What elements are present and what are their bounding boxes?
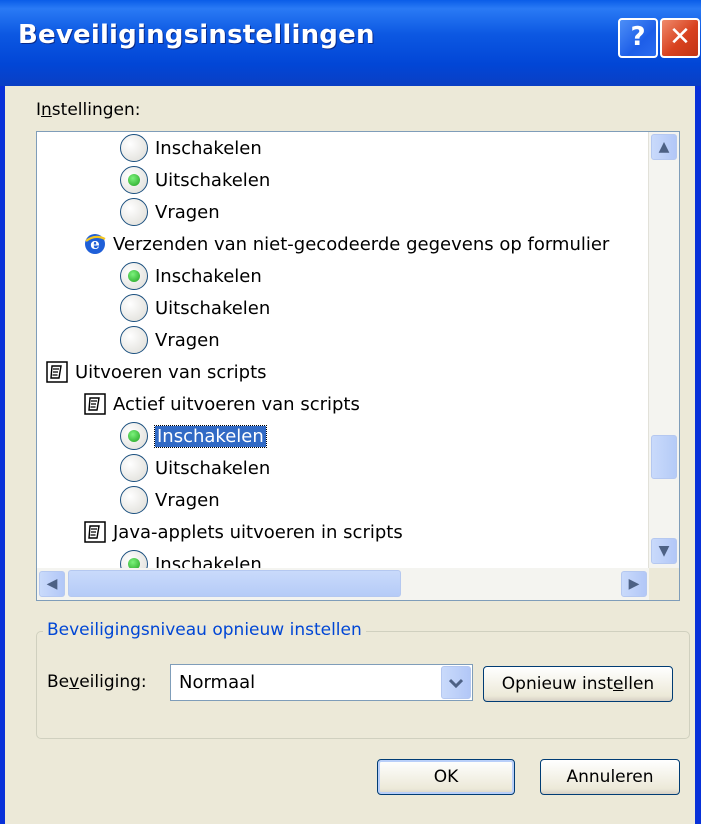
radio-option[interactable]: Vragen (120, 484, 220, 516)
chevron-left-icon: ◀ (46, 576, 58, 592)
ie-icon: e (83, 232, 107, 256)
chevron-right-icon: ▶ (628, 576, 640, 592)
reset-group-title: Beveiligingsniveau opnieuw instellen (43, 620, 366, 640)
row-label: Vragen (155, 329, 220, 351)
script-icon (83, 392, 107, 416)
row-label: Vragen (155, 201, 220, 223)
radio-button[interactable] (120, 198, 148, 226)
row-label: Uitschakelen (155, 169, 271, 191)
row-label: Uitschakelen (155, 297, 271, 319)
horizontal-scrollbar[interactable]: ◀ ▶ (37, 568, 649, 600)
close-icon: ✕ (669, 22, 691, 52)
row-label: Uitvoeren van scripts (75, 361, 267, 383)
cancel-button[interactable]: Annuleren (540, 759, 680, 795)
row-label: Inschakelen (154, 424, 267, 448)
script-icon (45, 360, 69, 384)
security-level-value: Normaal (179, 672, 256, 693)
radio-button[interactable] (120, 454, 148, 482)
settings-label: Instellingen: (36, 100, 141, 120)
settings-list[interactable]: Inschakelen Uitschakelen Vragen e Verzenden … (36, 131, 680, 601)
radio-button[interactable] (120, 262, 148, 290)
window-title: Beveiligingsinstellingen (18, 20, 375, 50)
script-icon (83, 520, 107, 544)
setting-group[interactable]: Actief uitvoeren van scripts (83, 388, 360, 420)
reset-button[interactable]: Opnieuw instellen (483, 666, 673, 702)
combo-dropdown-button[interactable] (441, 666, 471, 699)
row-label: Actief uitvoeren van scripts (113, 393, 360, 415)
dialog-body: Instellingen: Inschakelen Uitschakelen Vra… (5, 86, 695, 824)
scroll-left-button[interactable]: ◀ (39, 571, 65, 597)
radio-option[interactable]: Uitschakelen (120, 292, 270, 324)
row-label: Inschakelen (155, 265, 262, 287)
setting-group[interactable]: Java-applets uitvoeren in scripts (83, 516, 403, 548)
scroll-up-button[interactable]: ▲ (651, 134, 677, 160)
radio-button[interactable] (120, 422, 148, 450)
row-label: Inschakelen (155, 137, 262, 159)
security-level-label: Beveiliging: (47, 672, 147, 692)
radio-option[interactable]: Vragen (120, 324, 220, 356)
setting-category[interactable]: Uitvoeren van scripts (45, 356, 267, 388)
security-level-combo[interactable]: Normaal (170, 664, 473, 701)
radio-button[interactable] (120, 134, 148, 162)
scroll-down-button[interactable]: ▼ (651, 538, 677, 564)
chevron-up-icon: ▲ (658, 139, 670, 155)
radio-option[interactable]: Inschakelen (120, 420, 267, 452)
radio-option[interactable]: Vragen (120, 196, 220, 228)
radio-button[interactable] (120, 486, 148, 514)
scroll-right-button[interactable]: ▶ (621, 571, 647, 597)
horizontal-scroll-thumb[interactable] (68, 570, 401, 597)
row-label: Vragen (155, 489, 220, 511)
row-label: Java-applets uitvoeren in scripts (113, 521, 403, 543)
radio-button[interactable] (120, 294, 148, 322)
ok-button[interactable]: OK (377, 759, 515, 795)
radio-button[interactable] (120, 326, 148, 354)
vertical-scroll-thumb[interactable] (651, 435, 677, 479)
radio-button[interactable] (120, 166, 148, 194)
title-bar[interactable]: Beveiligingsinstellingen ? ✕ (0, 0, 701, 86)
help-button[interactable]: ? (618, 18, 658, 58)
radio-option[interactable]: Inschakelen (120, 260, 262, 292)
row-label: Verzenden van niet-gecodeerde gegevens o… (113, 233, 610, 255)
radio-option[interactable]: Inschakelen (120, 132, 262, 164)
chevron-down-icon (449, 678, 463, 688)
scrollbar-corner (649, 568, 679, 600)
security-settings-dialog: Beveiligingsinstellingen ? ✕ Instellinge… (0, 0, 701, 824)
help-icon: ? (630, 22, 646, 52)
setting-group[interactable]: e Verzenden van niet-gecodeerde gegevens … (83, 228, 609, 260)
vertical-scrollbar[interactable]: ▲ ▼ (648, 132, 679, 568)
chevron-down-icon: ▼ (658, 543, 670, 559)
row-label: Uitschakelen (155, 457, 271, 479)
radio-option[interactable]: Uitschakelen (120, 164, 270, 196)
radio-option[interactable]: Uitschakelen (120, 452, 270, 484)
close-button[interactable]: ✕ (660, 18, 700, 58)
